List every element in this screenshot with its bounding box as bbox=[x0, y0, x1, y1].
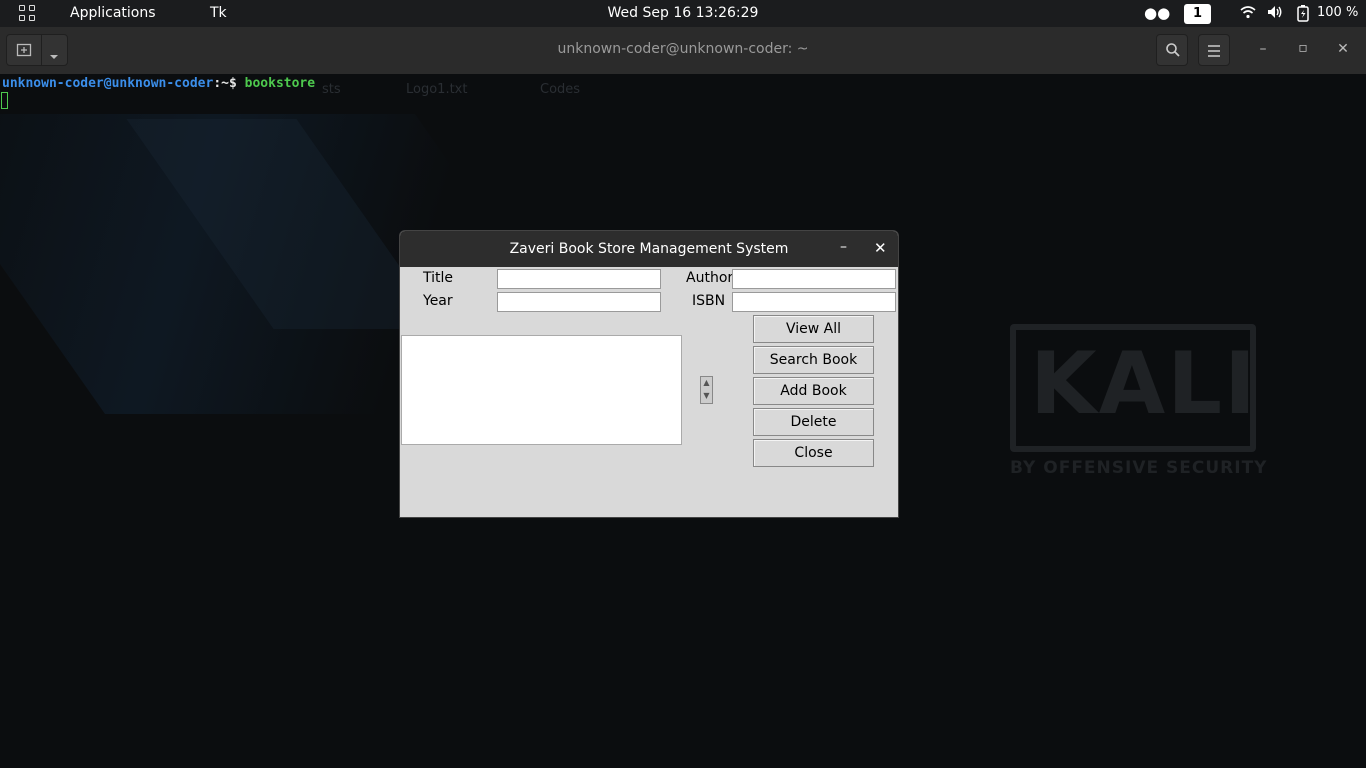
search-button[interactable] bbox=[1156, 34, 1188, 66]
people-icon[interactable]: ●● bbox=[1144, 4, 1170, 22]
delete-button[interactable]: Delete bbox=[753, 408, 874, 436]
title-label: Title bbox=[423, 270, 454, 286]
minimize-icon[interactable]: – bbox=[1253, 41, 1273, 57]
author-input[interactable] bbox=[732, 269, 896, 289]
isbn-label: ISBN bbox=[692, 293, 726, 309]
scroll-up-icon[interactable]: ▲ bbox=[702, 377, 711, 389]
maximize-icon[interactable]: ▫ bbox=[1293, 40, 1313, 56]
listbox-scrollbar[interactable]: ▲ ▼ bbox=[700, 376, 713, 404]
dialog-titlebar[interactable]: Zaveri Book Store Management System – ✕ bbox=[400, 231, 898, 267]
search-icon bbox=[1165, 42, 1181, 62]
desktop-icon-label: sts bbox=[322, 82, 341, 97]
close-icon[interactable]: ✕ bbox=[874, 239, 887, 257]
scroll-down-icon[interactable]: ▼ bbox=[702, 390, 711, 402]
wifi-icon[interactable] bbox=[1240, 5, 1256, 23]
year-input[interactable] bbox=[497, 292, 661, 312]
hamburger-icon bbox=[1207, 43, 1221, 62]
title-input[interactable] bbox=[497, 269, 661, 289]
search-book-button[interactable]: Search Book bbox=[753, 346, 874, 374]
books-listbox[interactable] bbox=[401, 335, 682, 445]
author-label: Author bbox=[686, 270, 734, 286]
battery-percentage: 100 % bbox=[1317, 5, 1359, 20]
close-button[interactable]: Close bbox=[753, 439, 874, 467]
view-all-button[interactable]: View All bbox=[753, 315, 874, 343]
battery-icon[interactable] bbox=[1297, 4, 1309, 26]
menu-button[interactable] bbox=[1198, 34, 1230, 66]
terminal-cursor bbox=[1, 92, 8, 109]
close-icon[interactable]: ✕ bbox=[1333, 41, 1353, 57]
desktop-icon-label: Logo1.txt bbox=[406, 82, 468, 97]
kali-tagline: BY OFFENSIVE SECURITY bbox=[1010, 458, 1268, 478]
bookstore-dialog: Zaveri Book Store Management System – ✕ … bbox=[399, 230, 899, 518]
top-panel: Applications Tk Wed Sep 16 13:26:29 ●● 1… bbox=[0, 0, 1366, 27]
terminal-headerbar: unknown-coder@unknown-coder: ~ – ▫ ✕ bbox=[0, 27, 1366, 75]
year-label: Year bbox=[423, 293, 453, 309]
isbn-input[interactable] bbox=[732, 292, 896, 312]
prompt-command: bookstore bbox=[244, 76, 316, 91]
minimize-icon[interactable]: – bbox=[840, 239, 847, 255]
shell-prompt: unknown-coder@unknown-coder:~$ bookstore bbox=[2, 76, 315, 91]
prompt-path: :~$ bbox=[213, 76, 237, 91]
dialog-title: Zaveri Book Store Management System bbox=[509, 241, 789, 257]
add-book-button[interactable]: Add Book bbox=[753, 377, 874, 405]
volume-icon[interactable] bbox=[1267, 5, 1283, 23]
prompt-user: unknown-coder@unknown-coder bbox=[2, 76, 214, 91]
desktop-icon-label: Codes bbox=[540, 82, 581, 97]
workspace-indicator[interactable]: 1 bbox=[1184, 4, 1211, 24]
kali-logo: KALI bbox=[1030, 334, 1258, 434]
